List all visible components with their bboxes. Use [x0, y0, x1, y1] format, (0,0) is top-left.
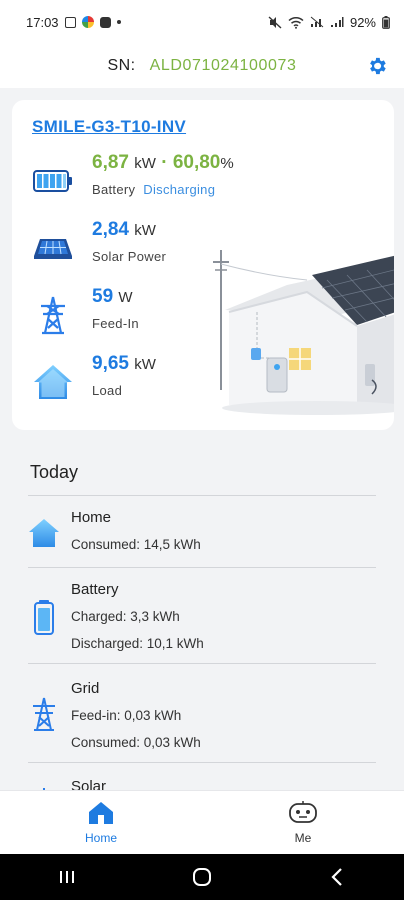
- load-value: 9,65 kW: [92, 353, 156, 375]
- today-title: Today: [30, 462, 79, 482]
- load-unit: kW: [134, 356, 156, 373]
- today-grid-row[interactable]: Grid Feed-in: 0,03 kWh Consumed: 0,03 kW…: [28, 676, 376, 764]
- signal-icon: [310, 16, 324, 28]
- today-home-row[interactable]: Home Consumed: 14,5 kWh: [28, 505, 376, 565]
- solar-power-value: 2,84 kW: [92, 219, 156, 241]
- power-tower-icon: [41, 296, 65, 335]
- today-section: Today Home Consumed: 14,5 kWh Battery Ch…: [0, 440, 404, 802]
- battery-percent: 92%: [349, 14, 376, 30]
- system-home-button[interactable]: [187, 862, 217, 892]
- load-label: Load: [92, 383, 123, 398]
- home-circle-icon: [192, 868, 211, 886]
- back-icon: [331, 868, 342, 886]
- divider: [28, 762, 376, 763]
- feed-in-unit: W: [118, 289, 133, 306]
- system-nav-bar: [0, 854, 404, 900]
- battery-label-row: Battery Discharging: [92, 182, 215, 197]
- back-button[interactable]: [322, 862, 352, 892]
- today-grid-consumed: Consumed: 0,03 kWh: [71, 735, 201, 750]
- recents-button[interactable]: [52, 862, 82, 892]
- today-battery-charged: Charged: 3,3 kWh: [71, 609, 180, 624]
- photos-notification-icon: [81, 16, 94, 28]
- image-notification-icon: [64, 16, 76, 28]
- sn-label: SN:: [107, 57, 136, 74]
- divider: [28, 567, 376, 568]
- device-name-link[interactable]: SMILE-G3-T10-INV: [32, 117, 186, 137]
- mute-icon: [268, 15, 282, 29]
- status-right: 92%: [268, 15, 390, 30]
- nav-home-label: Home: [84, 831, 117, 845]
- today-home-consumed: Consumed: 14,5 kWh: [71, 537, 201, 552]
- divider: [28, 495, 376, 496]
- nav-me-label: Me: [294, 831, 312, 845]
- nav-home[interactable]: Home: [0, 791, 202, 854]
- app-notification-icon: [99, 16, 111, 28]
- house-illustration: [213, 250, 394, 415]
- today-battery-row[interactable]: Battery Charged: 3,3 kWh Discharged: 10,…: [28, 577, 376, 665]
- load-number: 9,65: [92, 353, 129, 374]
- battery-power-value: 6,87 kW · 60,80%: [92, 152, 234, 174]
- battery-soc-value: 60,80: [172, 152, 221, 173]
- status-bar: 17:03 92%: [0, 0, 404, 44]
- today-home-title: Home: [71, 509, 112, 526]
- wifi-icon: [288, 16, 304, 29]
- device-card: SMILE-G3-T10-INV 6,87 kW · 60,80% Batter…: [12, 100, 394, 430]
- nav-me[interactable]: Me: [202, 791, 404, 854]
- feed-in-label: Feed-In: [92, 316, 139, 331]
- feed-in-value: 59 W: [92, 286, 133, 308]
- battery-power-number: 6,87: [92, 152, 129, 173]
- battery-status-icon: [382, 15, 390, 29]
- battery-vertical-icon: [34, 600, 54, 635]
- battery-status: Discharging: [143, 182, 216, 197]
- gear-icon[interactable]: [366, 55, 388, 77]
- more-notifications-icon: [116, 20, 121, 24]
- divider: [28, 663, 376, 664]
- status-time: 17:03: [26, 14, 59, 30]
- bottom-nav: Home Me: [0, 790, 404, 854]
- header: SN: ALD071024100073: [0, 44, 404, 88]
- recents-icon: [60, 871, 75, 883]
- battery-separator: ·: [161, 152, 168, 173]
- sn-value[interactable]: ALD071024100073: [150, 57, 297, 75]
- today-grid-title: Grid: [71, 680, 100, 697]
- today-grid-feed-in: Feed-in: 0,03 kWh: [71, 708, 182, 723]
- battery-soc-unit: %: [220, 155, 234, 172]
- power-tower-icon: [33, 697, 55, 731]
- battery-metric[interactable]: 6,87 kW · 60,80% Battery Discharging: [32, 152, 262, 204]
- solar-power-number: 2,84: [92, 219, 129, 240]
- home-icon: [89, 802, 113, 824]
- battery-power-unit: kW: [134, 155, 156, 172]
- solar-power-unit: kW: [134, 222, 156, 239]
- signal-bars-icon: [330, 17, 344, 27]
- battery-label: Battery: [92, 182, 136, 197]
- house-icon: [34, 365, 72, 399]
- feed-in-number: 59: [92, 286, 114, 307]
- solar-power-label: Solar Power: [92, 249, 167, 264]
- status-left: 17:03: [26, 15, 121, 30]
- today-battery-title: Battery: [71, 581, 119, 598]
- house-icon: [29, 519, 59, 547]
- battery-icon: [33, 170, 72, 192]
- today-battery-discharged: Discharged: 10,1 kWh: [71, 636, 204, 651]
- robot-face-icon: [289, 801, 317, 823]
- solar-panel-icon: [34, 239, 72, 259]
